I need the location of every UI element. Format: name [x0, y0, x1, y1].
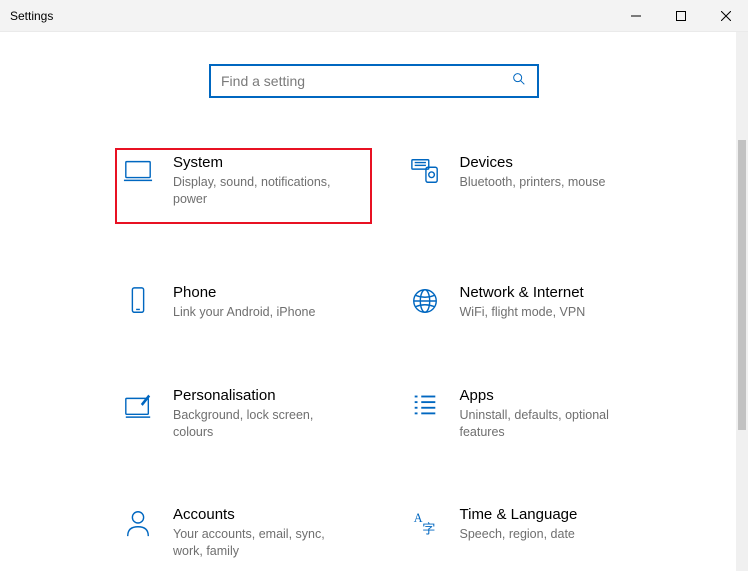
tile-system[interactable]: System Display, sound, notifications, po… [115, 148, 372, 224]
tile-title: Personalisation [173, 387, 366, 404]
tile-desc: Link your Android, iPhone [173, 304, 353, 321]
search-box[interactable] [209, 64, 539, 98]
titlebar: Settings [0, 0, 748, 32]
phone-icon [121, 284, 155, 321]
tile-title: Network & Internet [460, 284, 653, 301]
tile-desc: Uninstall, defaults, optional features [460, 407, 640, 441]
person-icon [121, 506, 155, 560]
tile-title: Accounts [173, 506, 366, 523]
window-controls [613, 0, 748, 31]
svg-text:字: 字 [422, 522, 435, 537]
tile-desc: WiFi, flight mode, VPN [460, 304, 640, 321]
window-title: Settings [10, 9, 53, 23]
tile-devices[interactable]: Devices Bluetooth, printers, mouse [402, 148, 659, 224]
language-icon: A 字 [408, 506, 442, 560]
close-button[interactable] [703, 0, 748, 31]
search-input[interactable] [221, 73, 511, 89]
tile-desc: Bluetooth, printers, mouse [460, 174, 640, 191]
minimize-button[interactable] [613, 0, 658, 31]
tile-title: System [173, 154, 366, 171]
list-icon [408, 387, 442, 441]
maximize-button[interactable] [658, 0, 703, 31]
tile-phone[interactable]: Phone Link your Android, iPhone [115, 278, 372, 327]
tile-apps[interactable]: Apps Uninstall, defaults, optional featu… [402, 381, 659, 447]
tile-timelang[interactable]: A 字 Time & Language Speech, region, date [402, 500, 659, 566]
tile-title: Time & Language [460, 506, 653, 523]
search-icon [511, 71, 527, 92]
globe-icon [408, 284, 442, 321]
scrollbar[interactable] [736, 32, 748, 571]
tile-title: Devices [460, 154, 653, 171]
paint-icon [121, 387, 155, 441]
scrollbar-thumb[interactable] [738, 140, 746, 430]
tile-desc: Your accounts, email, sync, work, family [173, 526, 353, 560]
tile-accounts[interactable]: Accounts Your accounts, email, sync, wor… [115, 500, 372, 566]
tile-title: Phone [173, 284, 366, 301]
devices-icon [408, 154, 442, 218]
tile-personalisation[interactable]: Personalisation Background, lock screen,… [115, 381, 372, 447]
tile-desc: Background, lock screen, colours [173, 407, 353, 441]
settings-grid: System Display, sound, notifications, po… [115, 148, 658, 566]
tile-desc: Speech, region, date [460, 526, 640, 543]
system-icon [121, 154, 155, 208]
tile-desc: Display, sound, notifications, power [173, 174, 353, 208]
tile-network[interactable]: Network & Internet WiFi, flight mode, VP… [402, 278, 659, 327]
tile-title: Apps [460, 387, 653, 404]
